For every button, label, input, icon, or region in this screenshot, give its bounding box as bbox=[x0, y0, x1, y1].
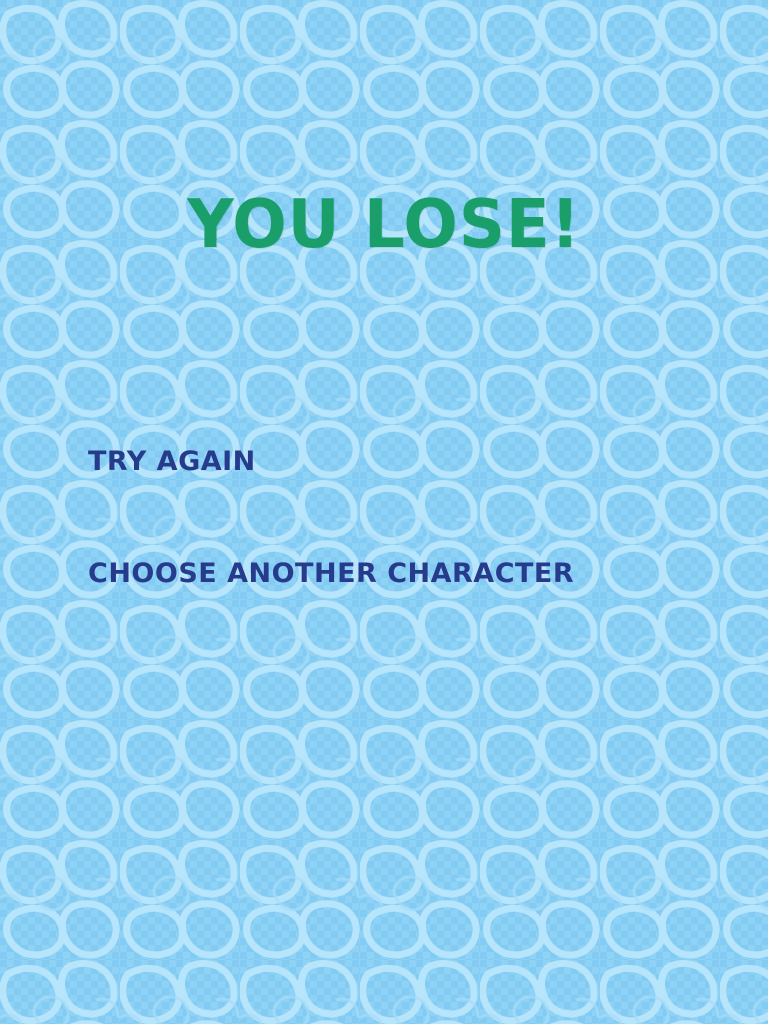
choose-another-character-button[interactable]: CHOOSE ANOTHER CHARACTER bbox=[88, 558, 574, 589]
game-over-title: YOU LOSE! bbox=[187, 186, 581, 264]
try-again-button[interactable]: TRY AGAIN bbox=[88, 446, 256, 477]
water-pattern-background bbox=[0, 0, 768, 1024]
